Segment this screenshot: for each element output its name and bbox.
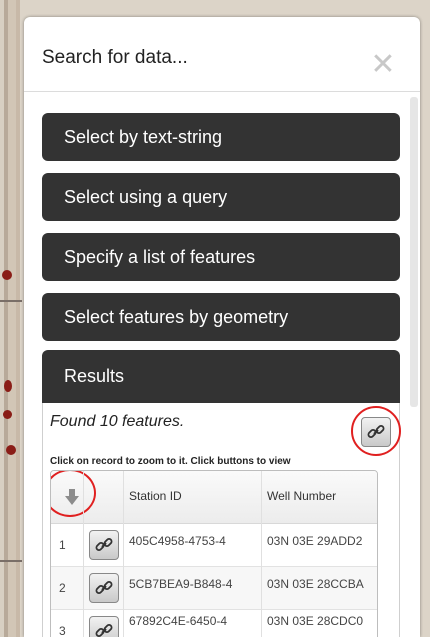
results-header[interactable]: Results	[42, 350, 400, 403]
column-station-id[interactable]: Station ID	[129, 489, 182, 503]
table-row[interactable]: 3 67892C4E-6450-4 03N 03E 28CDC0	[51, 610, 377, 637]
select-by-text-button[interactable]: Select by text-string	[42, 113, 400, 161]
map-road	[0, 300, 22, 302]
column-divider	[261, 471, 262, 637]
results-hint: Click on record to zoom to it. Click but…	[50, 456, 291, 467]
close-icon[interactable]: ✕	[368, 50, 398, 80]
results-panel: Found 10 features. Click on record to zo…	[42, 403, 401, 637]
scrollbar[interactable]	[410, 97, 418, 407]
station-id-cell: 405C4958-4753-4	[129, 534, 226, 548]
table-header: Station ID Well Number	[51, 471, 377, 524]
results-table: Station ID Well Number 1 405C4958-4753-4…	[50, 470, 378, 637]
column-well-number[interactable]: Well Number	[267, 489, 336, 503]
row-link-button[interactable]	[89, 530, 119, 560]
row-index: 2	[59, 581, 66, 595]
well-number-cell: 03N 03E 29ADD2	[267, 534, 363, 548]
map-marker	[4, 380, 12, 392]
column-divider	[123, 471, 124, 637]
found-count: Found 10 features.	[50, 413, 185, 430]
well-number-cell: 03N 03E 28CCBA	[267, 577, 364, 591]
well-number-cell: 03N 03E 28CDC0	[267, 614, 364, 628]
select-by-geometry-button[interactable]: Select features by geometry	[42, 293, 400, 341]
specify-feature-list-button[interactable]: Specify a list of features	[42, 233, 400, 281]
table-row[interactable]: 2 5CB7BEA9-B848-4 03N 03E 28CCBA	[51, 567, 377, 610]
link-icon	[95, 581, 113, 594]
link-icon	[95, 624, 113, 637]
highlight-circle	[351, 406, 401, 456]
map-marker	[2, 270, 12, 280]
station-id-cell: 5CB7BEA9-B848-4	[129, 577, 233, 591]
select-using-query-button[interactable]: Select using a query	[42, 173, 400, 221]
row-index: 1	[59, 538, 66, 552]
map-marker	[3, 410, 12, 419]
table-row[interactable]: 1 405C4958-4753-4 03N 03E 29ADD2	[51, 524, 377, 567]
panel-header: Search for data... ✕	[24, 17, 420, 92]
map-road	[0, 560, 22, 562]
map-marker	[6, 445, 16, 455]
panel-title: Search for data...	[42, 47, 188, 68]
row-link-button[interactable]	[89, 616, 119, 637]
search-panel: Search for data... ✕ Select by text-stri…	[24, 17, 420, 637]
row-link-button[interactable]	[89, 573, 119, 603]
column-divider	[83, 471, 84, 637]
link-icon	[95, 538, 113, 551]
row-index: 3	[59, 624, 66, 637]
station-id-cell: 67892C4E-6450-4	[129, 614, 228, 628]
